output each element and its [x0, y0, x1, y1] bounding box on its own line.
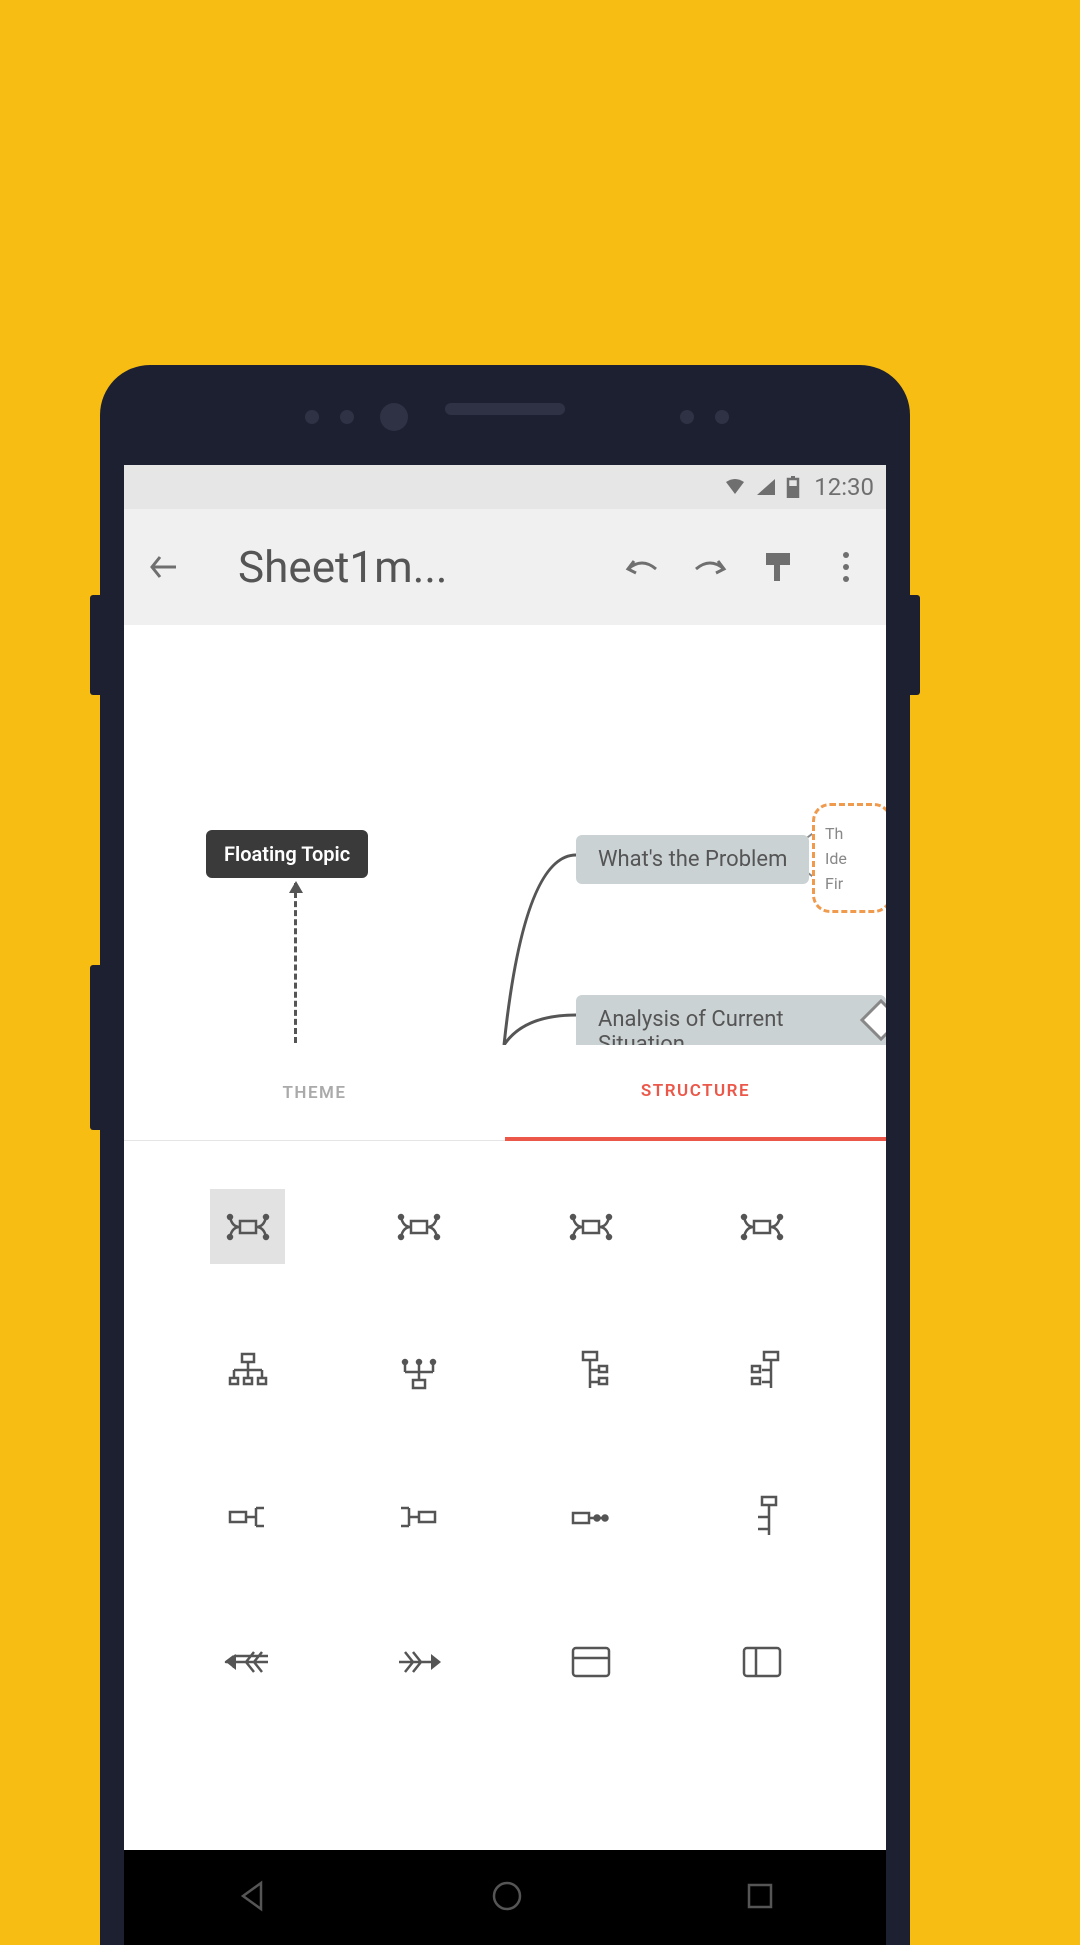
camera-dot: [380, 403, 408, 431]
phone-speaker: [445, 403, 565, 415]
more-button[interactable]: [824, 545, 868, 589]
structure-logic-tree[interactable]: [725, 1479, 800, 1554]
app-bar: Sheet1m...: [124, 509, 886, 625]
sensor-dot: [715, 410, 729, 424]
mindmap-canvas[interactable]: Floating Topic What's the Problem Analys…: [124, 625, 886, 1045]
tab-bar: THEME STRUCTURE: [124, 1045, 886, 1141]
mindmap-node[interactable]: What's the Problem: [576, 835, 809, 884]
structure-fishbone-left[interactable]: [210, 1624, 285, 1699]
structure-logic-right-2[interactable]: [725, 1334, 800, 1409]
phone-button-top: [90, 595, 100, 695]
back-button[interactable]: [142, 545, 186, 589]
structure-map-clockwise[interactable]: [382, 1189, 457, 1264]
undo-button[interactable]: [620, 545, 664, 589]
signal-icon: [756, 478, 776, 496]
sensor-dot: [305, 410, 319, 424]
phone-frame: 12:30 Sheet1m...: [100, 365, 910, 1945]
structure-map-radial[interactable]: [725, 1189, 800, 1264]
phone-button-mid: [90, 965, 100, 1130]
summary-item: Ide: [825, 849, 886, 868]
relationship-arrow: [294, 883, 297, 1043]
screen: 12:30 Sheet1m...: [124, 465, 886, 1945]
nav-home-button[interactable]: [490, 1879, 524, 1917]
structure-grid: [124, 1141, 886, 1747]
status-time: 12:30: [814, 473, 874, 501]
structure-map-balanced[interactable]: [210, 1189, 285, 1264]
tab-structure[interactable]: STRUCTURE: [505, 1045, 886, 1141]
structure-logic-right-1[interactable]: [553, 1334, 628, 1409]
status-bar: 12:30: [124, 465, 886, 509]
structure-org-down[interactable]: [210, 1334, 285, 1409]
structure-fishbone-right[interactable]: [382, 1624, 457, 1699]
mindmap-summary[interactable]: Th Ide Fir: [812, 803, 886, 913]
nav-back-button[interactable]: [235, 1879, 269, 1917]
tab-theme[interactable]: THEME: [124, 1045, 505, 1141]
sensor-dot: [340, 410, 354, 424]
floating-topic-node[interactable]: Floating Topic: [206, 830, 368, 878]
phone-button-right: [910, 595, 920, 695]
structure-matrix[interactable]: [725, 1624, 800, 1699]
summary-item: Fir: [825, 874, 886, 893]
wifi-icon: [724, 478, 746, 496]
format-button[interactable]: [756, 545, 800, 589]
nav-recent-button[interactable]: [745, 1881, 775, 1915]
structure-tree-right[interactable]: [553, 1479, 628, 1554]
summary-item: Th: [825, 824, 886, 843]
mindmap-node[interactable]: Analysis of Current Situation: [576, 995, 886, 1045]
sensor-dot: [680, 410, 694, 424]
android-nav-bar: [124, 1850, 886, 1945]
structure-org-up[interactable]: [382, 1334, 457, 1409]
structure-spreadsheet[interactable]: [553, 1624, 628, 1699]
page-title: Sheet1m...: [238, 541, 596, 593]
structure-tree-left[interactable]: [382, 1479, 457, 1554]
redo-button[interactable]: [688, 545, 732, 589]
structure-map-anticlockwise[interactable]: [553, 1189, 628, 1264]
battery-icon: [786, 476, 800, 498]
structure-logic-left[interactable]: [210, 1479, 285, 1554]
